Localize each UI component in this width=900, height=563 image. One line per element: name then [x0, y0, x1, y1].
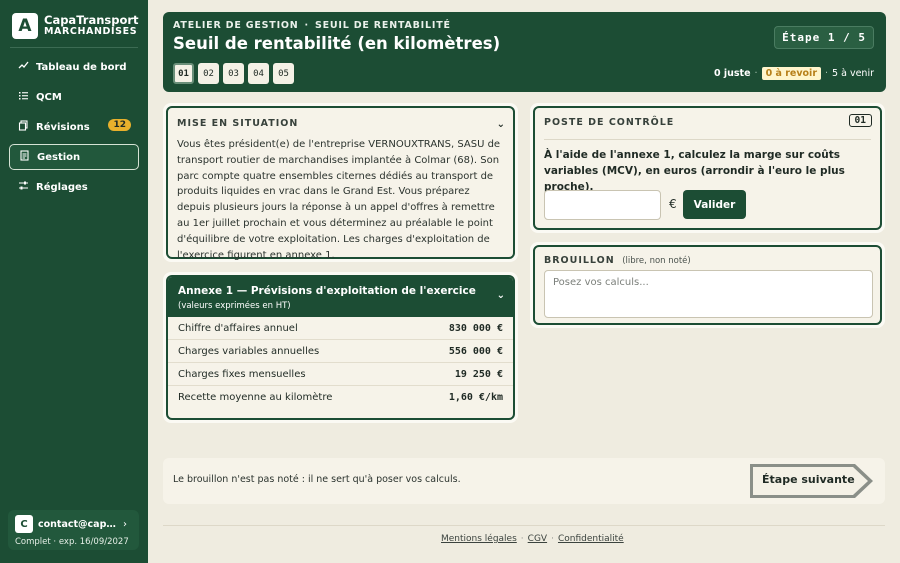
draft-note: (libre, non noté) — [622, 256, 691, 266]
page-header: ATELIER DE GESTION · SEUIL DE RENTABILITÉ … — [163, 12, 886, 92]
table-row: Charges variables annuelles 556 000 € — [168, 340, 513, 363]
chevron-down-icon[interactable]: ⌄ — [497, 119, 505, 130]
currency-symbol: € — [669, 197, 677, 211]
annex-row-label: Charges fixes mensuelles — [178, 368, 306, 380]
sidebar-item-label: Gestion — [37, 151, 81, 163]
annex-row-label: Charges variables annuelles — [178, 345, 320, 357]
sidebar-item-label: Tableau de bord — [36, 61, 127, 73]
draft-label: BROUILLON — [544, 255, 615, 266]
question-text: À l'aide de l'annexe 1, calculez la marg… — [544, 149, 845, 193]
brand-divider — [10, 47, 138, 48]
question-number: 01 — [848, 114, 872, 127]
breadcrumb-item: SEUIL DE RENTABILITÉ — [314, 20, 451, 31]
sidebar-item-label: Réglages — [36, 181, 88, 193]
situation-text: Vous êtes président(e) de l'entreprise V… — [177, 139, 501, 261]
step-button[interactable]: 03 — [223, 63, 244, 84]
remaining-count: 5 à venir — [832, 68, 874, 79]
annex-row-value: 1,60 €/km — [448, 392, 503, 403]
chevron-down-icon: ⌄ — [496, 290, 505, 301]
sliders-icon — [17, 180, 29, 194]
brand[interactable]: A CapaTransport MARCHANDISES — [12, 13, 139, 39]
breadcrumb: ATELIER DE GESTION · SEUIL DE RENTABILITÉ — [173, 20, 451, 31]
question-label: POSTE DE CONTRÔLE — [544, 117, 675, 128]
annex-header[interactable]: Annexe 1 — Prévisions d'exploitation de … — [168, 277, 513, 317]
correct-count: 0 juste — [713, 68, 751, 79]
annex-row-value: 556 000 € — [448, 345, 503, 357]
document-icon — [18, 150, 30, 164]
sidebar-item-reglages[interactable]: Réglages — [9, 174, 139, 200]
step-counter: Étape 1 / 5 — [774, 26, 874, 49]
sidebar-item-label: Révisions — [36, 121, 90, 133]
submit-button[interactable]: Valider — [683, 190, 746, 219]
review-count: 0 à revoir — [761, 67, 822, 80]
annex-row-value: 830 000 € — [448, 322, 503, 334]
step-button[interactable]: 04 — [248, 63, 269, 84]
step-button[interactable]: 01 — [173, 63, 194, 84]
brand-name: CapaTransport — [44, 13, 139, 27]
copy-icon — [17, 120, 29, 134]
draft-info-text: Le brouillon n'est pas noté : il ne sert… — [173, 474, 461, 485]
next-step-label: Étape suivante — [762, 473, 855, 486]
situation-label: MISE EN SITUATION — [177, 118, 299, 129]
brand-logo: A — [12, 13, 38, 39]
chevron-right-icon: › — [123, 518, 127, 530]
revisions-count-badge: 12 — [108, 119, 131, 131]
sidebar: A CapaTransport MARCHANDISES Tableau de … — [0, 0, 148, 563]
sidebar-item-qcm[interactable]: QCM — [9, 84, 139, 110]
brand-sub: MARCHANDISES — [44, 26, 138, 37]
step-button[interactable]: 02 — [198, 63, 219, 84]
divider — [163, 525, 885, 526]
step-button[interactable]: 05 — [273, 63, 294, 84]
legal-mentions-link[interactable]: Mentions légales — [441, 534, 517, 544]
sidebar-item-gestion[interactable]: Gestion — [9, 144, 139, 170]
situation-panel: MISE EN SITUATION ⌄ Vous êtes président(… — [166, 106, 515, 261]
list-icon — [17, 90, 29, 104]
table-row: Recette moyenne au kilomètre 1,60 €/km — [168, 386, 513, 409]
breadcrumb-item[interactable]: ATELIER DE GESTION — [173, 20, 299, 31]
step-navigator: 01 02 03 04 05 — [173, 63, 298, 84]
sidebar-item-revisions[interactable]: Révisions 12 — [9, 114, 139, 140]
table-row: Charges fixes mensuelles 19 250 € — [168, 363, 513, 386]
user-account-card[interactable]: C contact@capatransport.fr › Complet · e… — [8, 510, 139, 550]
draft-panel: BROUILLON (libre, non noté) Posez vos ca… — [533, 245, 882, 325]
avatar: C — [15, 515, 33, 533]
table-row: Chiffre d'affaires annuel 830 000 € — [168, 317, 513, 340]
annex-row-label: Chiffre d'affaires annuel — [178, 322, 298, 334]
annex-panel: Annexe 1 — Prévisions d'exploitation de … — [166, 275, 515, 420]
subscription-status: Complet · exp. 16/09/2027 — [15, 537, 129, 547]
chart-line-icon — [17, 60, 29, 74]
annex-row-label: Recette moyenne au kilomètre — [178, 392, 333, 403]
user-email: contact@capatransport.fr — [38, 518, 120, 530]
annex-title: Annexe 1 — Prévisions d'exploitation de … — [178, 285, 476, 297]
annex-row-value: 19 250 € — [454, 368, 503, 380]
draft-textarea[interactable]: Posez vos calculs... — [544, 270, 873, 318]
sidebar-item-dashboard[interactable]: Tableau de bord — [9, 54, 139, 80]
legal-links: Mentions légales · CGV · Confidentialité — [441, 534, 624, 544]
annex-note: (valeurs exprimées en HT) — [178, 301, 291, 311]
cgv-link[interactable]: CGV — [528, 534, 547, 544]
page-title: Seuil de rentabilité (en kilomètres) — [173, 34, 501, 53]
question-panel: POSTE DE CONTRÔLE 01 À l'aide de l'annex… — [533, 106, 882, 230]
sidebar-item-label: QCM — [36, 91, 62, 103]
privacy-link[interactable]: Confidentialité — [558, 534, 624, 544]
progress-summary: 0 juste · 0 à revoir · 5 à venir — [713, 67, 874, 80]
action-bar: Le brouillon n'est pas noté : il ne sert… — [163, 458, 885, 504]
answer-input[interactable] — [544, 190, 661, 220]
next-step-button[interactable]: Étape suivante — [749, 463, 875, 499]
